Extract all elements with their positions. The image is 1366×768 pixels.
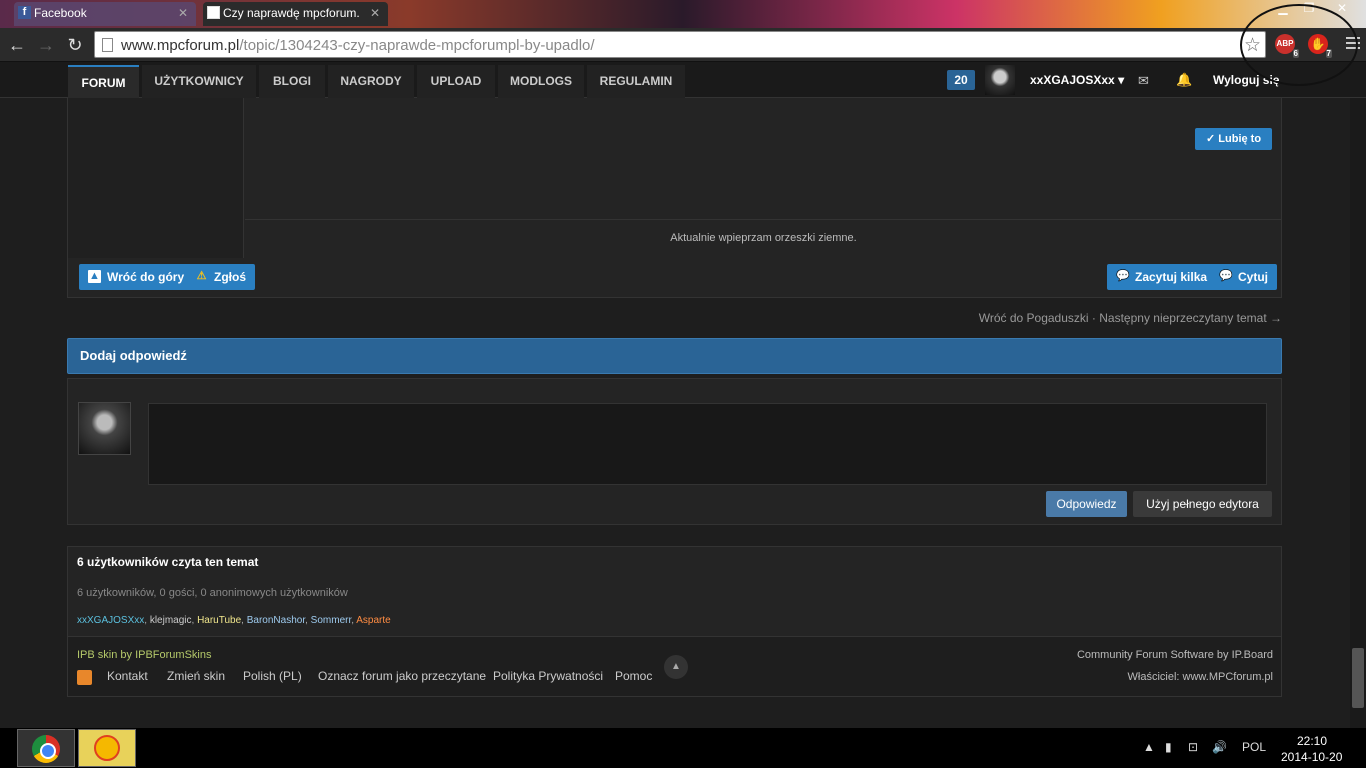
address-bar[interactable]: www.mpcforum.pl/topic/1304243-czy-napraw… [94,31,1266,58]
taskbar-chrome[interactable] [17,729,75,767]
reader-link[interactable]: Sommerr [311,615,352,626]
footer-link-privacy[interactable]: Polityka Prywatności [493,669,603,683]
page-scrollbar[interactable] [1350,98,1366,728]
chevron-down-icon: ▾ [1118,73,1125,87]
readers-title: 6 użytkowników czyta ten temat [77,555,259,569]
quote-button[interactable]: 💬 Cytuj [1210,264,1277,290]
skin-credit-link[interactable]: IPB skin by IPBForumSkins [77,649,212,661]
reload-icon[interactable]: ↻ [64,34,86,56]
taskbar-app-sun[interactable] [78,729,136,767]
post-author-column [68,98,244,258]
quote-icon: 💬 [1219,270,1233,282]
browser-tab-strip: f Facebook ✕ Czy naprawdę mpcforum. ✕ ▁ … [0,0,1366,28]
tab-title: Czy naprawdę mpcforum. [223,6,360,20]
topic-navigation: Wróć do Pogaduszki · Następny nieprzeczy… [978,311,1282,325]
full-editor-button[interactable]: Użyj pełnego edytora [1133,491,1272,517]
back-to-top-button[interactable]: ▲ Wróć do góry [79,264,194,290]
notification-count-badge[interactable]: 20 [947,70,975,90]
warning-icon: ⚠ [196,270,207,282]
nav-blogs[interactable]: BLOGI [259,65,325,98]
multi-quote-button[interactable]: 💬 Zacytuj kilka [1107,264,1217,290]
clock-time[interactable]: 22:10 [1297,734,1327,748]
clock-date[interactable]: 2014-10-20 [1281,750,1342,764]
tab-mpcforum[interactable]: Czy naprawdę mpcforum. ✕ [203,2,388,26]
readers-list: xxXGAJOSXxx, klejmagic, HaruTube, BaronN… [77,615,391,626]
tab-title: Facebook [34,6,87,20]
reader-link[interactable]: Asparte [356,615,390,626]
hand-drawn-circle [1240,4,1358,86]
footer-link-mark-read[interactable]: Oznacz forum jako przeczytane [318,669,486,683]
footer-link-contact[interactable]: Kontakt [107,669,148,683]
reader-link[interactable]: xxXGAJOSXxx [77,615,144,626]
like-button[interactable]: ✓ Lubię to [1195,128,1273,150]
nav-awards[interactable]: NAGRODY [328,65,414,98]
report-button[interactable]: ⚠ Zgłoś [186,264,255,290]
tray-network-icon[interactable]: ⊡ [1188,740,1198,754]
mail-icon[interactable]: ✉ [1138,73,1149,89]
page-icon [102,38,113,52]
close-tab-icon[interactable]: ✕ [178,2,188,24]
quote-plus-icon: 💬 [1116,270,1130,282]
sun-icon [94,735,120,761]
reply-header: Dodaj odpowiedź [67,338,1282,374]
user-avatar[interactable] [985,65,1015,95]
bell-icon[interactable]: 🔔 [1176,72,1192,88]
nav-forum[interactable]: FORUM [68,65,139,98]
forum-footer: IPB skin by IPBForumSkins Kontakt Zmień … [67,637,1282,697]
software-credit[interactable]: Community Forum Software by IP.Board [1077,649,1273,661]
reader-link[interactable]: HaruTube [197,615,241,626]
url-text: www.mpcforum.pl/topic/1304243-czy-napraw… [121,37,595,54]
readers-stats: 6 użytkowników, 0 gości, 0 anonimowych u… [77,587,348,599]
chrome-icon [32,735,60,763]
nav-upload[interactable]: UPLOAD [417,65,495,98]
user-menu[interactable]: xxXGAJOSXxx ▾ [1030,73,1124,87]
footer-link-change-skin[interactable]: Zmień skin [167,669,225,683]
forward-arrow-icon[interactable]: → [35,34,57,56]
submit-reply-button[interactable]: Odpowiedz [1046,491,1127,517]
reply-textarea[interactable] [148,403,1267,485]
reader-link[interactable]: BaronNashor [247,615,305,626]
page-up-icon: ▲ [88,270,101,283]
post-signature: Aktualnie wpieprzam orzeszki ziemne. [245,219,1282,258]
back-to-forum-link[interactable]: Wróć do Pogaduszki [979,311,1089,325]
scrollbar-thumb[interactable] [1352,648,1364,708]
owner-credit: Właściciel: www.MPCforum.pl [1127,671,1273,683]
avatar [78,402,131,455]
forum-navbar: FORUM UŻYTKOWNICY BLOGI NAGRODY UPLOAD M… [0,62,1366,98]
footer-link-language[interactable]: Polish (PL) [243,669,302,683]
footer-link-help[interactable]: Pomoc [615,669,652,683]
rss-icon[interactable] [77,670,92,685]
close-tab-icon[interactable]: ✕ [370,2,380,24]
mpcforum-favicon [207,6,220,19]
reply-box: Odpowiedz Użyj pełnego edytora [67,378,1282,525]
tray-volume-icon[interactable]: 🔊 [1212,740,1227,754]
next-unread-link[interactable]: Następny nieprzeczytany temat → [1099,311,1282,325]
scroll-top-icon[interactable]: ▲ [664,655,688,679]
windows-taskbar: ▲ ▮ ⊡ 🔊 POL 22:10 2014-10-20 [0,728,1366,768]
post: ✓ Lubię to Aktualnie wpieprzam orzeszki … [67,98,1282,298]
nav-rules[interactable]: REGULAMIN [587,65,685,98]
back-arrow-icon[interactable]: ← [6,34,28,56]
facebook-icon: f [18,6,31,19]
tray-power-icon[interactable]: ▮ [1165,740,1172,754]
tray-language[interactable]: POL [1242,740,1266,754]
reader-link[interactable]: klejmagic [150,615,192,626]
check-icon: ✓ [1206,133,1219,145]
nav-modlogs[interactable]: MODLOGS [498,65,584,98]
browser-toolbar: ← → ↻ www.mpcforum.pl/topic/1304243-czy-… [0,28,1366,62]
active-readers: 6 użytkowników czyta ten temat 6 użytkow… [67,546,1282,637]
tray-up-arrow-icon[interactable]: ▲ [1143,740,1155,754]
tab-facebook[interactable]: f Facebook ✕ [14,2,196,26]
nav-users[interactable]: UŻYTKOWNICY [142,65,256,98]
